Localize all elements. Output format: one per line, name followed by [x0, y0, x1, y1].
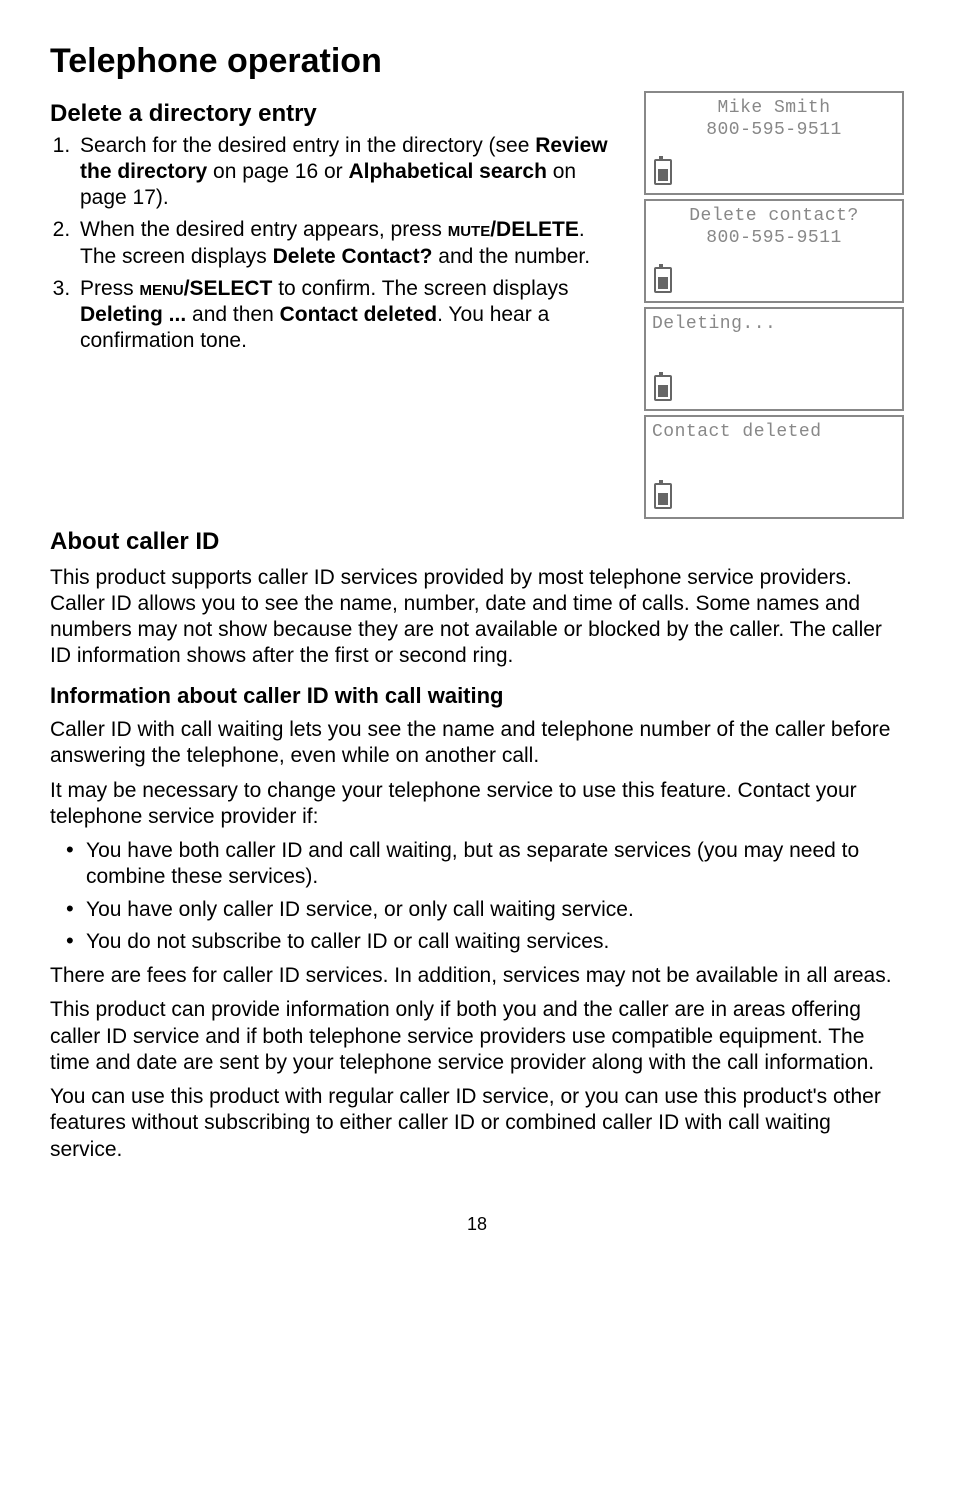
bullet-2: You have only caller ID service, or only…: [66, 897, 904, 923]
screen-3: Deleting...: [644, 307, 904, 411]
step-1: Search for the desired entry in the dire…: [76, 133, 624, 212]
screen-illustrations: Mike Smith 800-595-9511 Delete contact? …: [644, 91, 904, 519]
text: and the number.: [432, 245, 590, 268]
screen-4: Contact deleted: [644, 415, 904, 519]
screen-line: Mike Smith: [646, 97, 902, 120]
key-delete: /DELETE: [490, 218, 579, 241]
delete-heading: Delete a directory entry: [50, 99, 624, 129]
screen-text: Deleting ...: [80, 303, 186, 326]
step-3: Press menu/SELECT to confirm. The screen…: [76, 276, 624, 355]
bullet-3: You do not subscribe to caller ID or cal…: [66, 929, 904, 955]
callerid-bullets: You have both caller ID and call waiting…: [50, 838, 904, 955]
screen-line: Delete contact?: [646, 205, 902, 228]
bullet-1: You have both caller ID and call waiting…: [66, 838, 904, 891]
text: on page 16 or: [207, 160, 348, 183]
screen-text: Delete Contact?: [273, 245, 433, 268]
page-title: Telephone operation: [50, 40, 904, 83]
text: to confirm. The screen displays: [272, 277, 568, 300]
screen-text: Contact deleted: [280, 303, 438, 326]
callerid-p6: You can use this product with regular ca…: [50, 1084, 904, 1163]
screen-line: 800-595-9511: [646, 227, 902, 250]
key-select: /SELECT: [184, 277, 273, 300]
callerid-p5: This product can provide information onl…: [50, 997, 904, 1076]
callerid-p4: There are fees for caller ID services. I…: [50, 963, 904, 989]
callerid-heading: About caller ID: [50, 527, 904, 557]
text: Press: [80, 277, 140, 300]
page-number: 18: [50, 1213, 904, 1236]
callerid-p3: It may be necessary to change your telep…: [50, 778, 904, 831]
battery-icon: [654, 159, 672, 185]
key-menu: menu: [140, 277, 184, 300]
ref-alpha: Alphabetical search: [348, 160, 546, 183]
key-mute: mute: [448, 218, 491, 241]
screen-2: Delete contact? 800-595-9511: [644, 199, 904, 303]
screen-line: Contact deleted: [646, 421, 902, 444]
screen-1: Mike Smith 800-595-9511: [644, 91, 904, 195]
delete-steps: Search for the desired entry in the dire…: [50, 133, 624, 355]
screen-line: Deleting...: [646, 313, 902, 336]
battery-icon: [654, 267, 672, 293]
callerid-p1: This product supports caller ID services…: [50, 565, 904, 670]
screen-line: 800-595-9511: [646, 119, 902, 142]
text: and then: [186, 303, 279, 326]
text: When the desired entry appears, press: [80, 218, 448, 241]
callerid-p2: Caller ID with call waiting lets you see…: [50, 717, 904, 770]
battery-icon: [654, 375, 672, 401]
callerid-subheading: Information about caller ID with call wa…: [50, 682, 904, 710]
battery-icon: [654, 483, 672, 509]
step-2: When the desired entry appears, press mu…: [76, 217, 624, 270]
text: Search for the desired entry in the dire…: [80, 134, 535, 157]
